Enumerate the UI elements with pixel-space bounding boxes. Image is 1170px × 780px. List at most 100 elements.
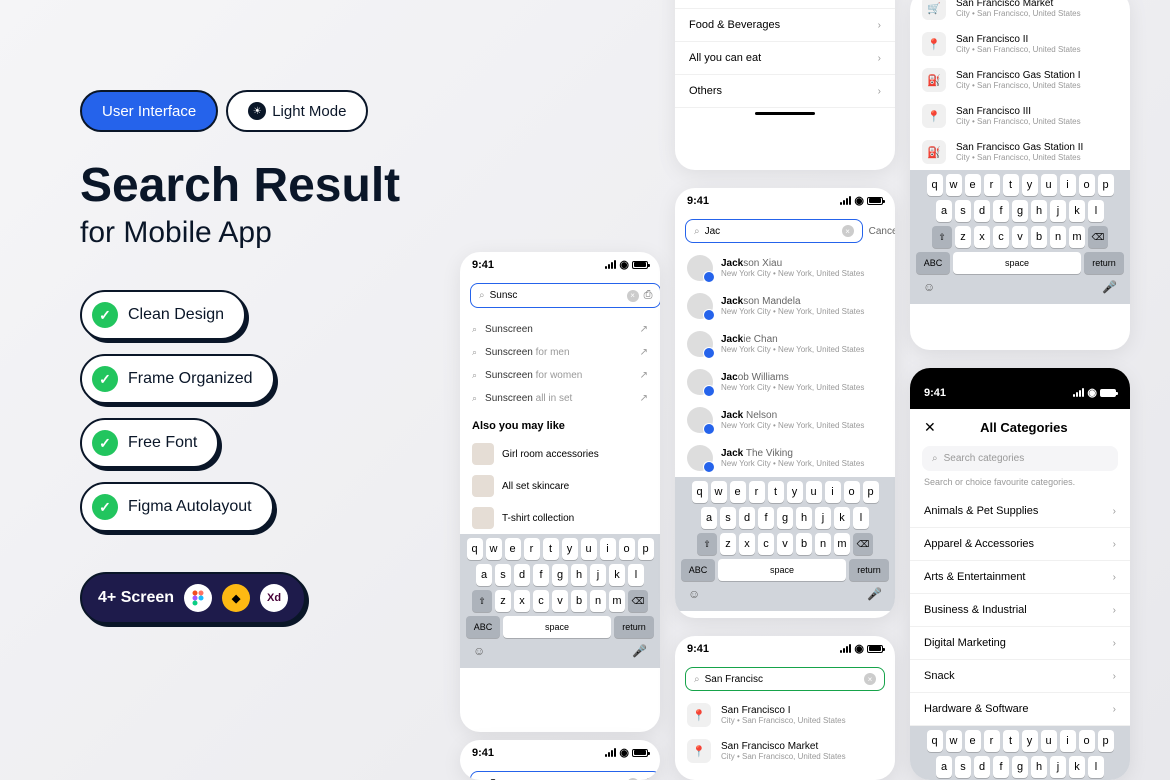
key-r[interactable]: r	[984, 730, 1000, 752]
key-u[interactable]: u	[806, 481, 822, 503]
keyboard[interactable]: qwertyuiop asdfghjkl ⇧zxcvbnm⌫ ABCspacer…	[910, 170, 1130, 304]
category-item[interactable]: Snack›	[910, 660, 1130, 693]
space-key[interactable]: space	[953, 252, 1081, 274]
category-item[interactable]: Apparel & Accessories›	[910, 528, 1130, 561]
key-t[interactable]: t	[768, 481, 784, 503]
category-item[interactable]: Minimalist Furniture›	[675, 0, 895, 9]
category-item[interactable]: Others›	[675, 75, 895, 108]
key-x[interactable]: x	[739, 533, 755, 555]
key-o[interactable]: o	[844, 481, 860, 503]
key-t[interactable]: t	[1003, 174, 1019, 196]
key-n[interactable]: n	[815, 533, 831, 555]
key-f[interactable]: f	[993, 200, 1009, 222]
backspace-key[interactable]: ⌫	[853, 533, 873, 555]
key-l[interactable]: l	[628, 564, 644, 586]
key-e[interactable]: e	[505, 538, 521, 560]
camera-icon[interactable]: ⎙	[644, 289, 653, 302]
search-input[interactable]: ⌕×	[685, 219, 863, 243]
key-k[interactable]: k	[1069, 756, 1085, 778]
close-icon[interactable]: ✕	[924, 419, 936, 436]
key-j[interactable]: j	[815, 507, 831, 529]
search-input[interactable]: ⌕×	[685, 667, 885, 691]
emoji-icon[interactable]: ☺	[473, 644, 485, 658]
key-t[interactable]: t	[1003, 730, 1019, 752]
place-item[interactable]: ⛽San Francisco Gas Station IICity • San …	[910, 134, 1130, 170]
keyboard[interactable]: qwertyuiop asdfghjkl ⇧zxcvbnm⌫ ABCspacer…	[675, 477, 895, 611]
person-item[interactable]: Jacob WilliamsNew York City • New York, …	[675, 363, 895, 401]
mic-icon[interactable]: 🎤	[1102, 280, 1117, 294]
suggestion-item[interactable]: ⌕Sunscreen↗	[472, 318, 648, 341]
person-item[interactable]: Jackie ChanNew York City • New York, Uni…	[675, 325, 895, 363]
place-item[interactable]: ⛽San Francisco Gas Station ICity • San F…	[910, 62, 1130, 98]
key-h[interactable]: h	[796, 507, 812, 529]
key-y[interactable]: y	[1022, 174, 1038, 196]
backspace-key[interactable]: ⌫	[628, 590, 648, 612]
search-input[interactable]: ⌕×⎙	[470, 771, 660, 780]
key-z[interactable]: z	[495, 590, 511, 612]
key-s[interactable]: s	[955, 756, 971, 778]
emoji-icon[interactable]: ☺	[688, 587, 700, 601]
key-p[interactable]: p	[1098, 730, 1114, 752]
key-e[interactable]: e	[730, 481, 746, 503]
key-l[interactable]: l	[1088, 200, 1104, 222]
key-y[interactable]: y	[787, 481, 803, 503]
key-q[interactable]: q	[467, 538, 483, 560]
key-m[interactable]: m	[834, 533, 850, 555]
emoji-icon[interactable]: ☺	[923, 280, 935, 294]
key-u[interactable]: u	[1041, 730, 1057, 752]
key-g[interactable]: g	[1012, 756, 1028, 778]
key-v[interactable]: v	[1012, 226, 1028, 248]
key-u[interactable]: u	[1041, 174, 1057, 196]
key-o[interactable]: o	[1079, 730, 1095, 752]
key-w[interactable]: w	[711, 481, 727, 503]
cancel-button[interactable]: Cancel	[869, 226, 895, 237]
key-b[interactable]: b	[571, 590, 587, 612]
key-y[interactable]: y	[562, 538, 578, 560]
key-d[interactable]: d	[974, 756, 990, 778]
category-item[interactable]: Animals & Pet Supplies›	[910, 495, 1130, 528]
key-i[interactable]: i	[825, 481, 841, 503]
key-q[interactable]: q	[927, 174, 943, 196]
key-p[interactable]: p	[1098, 174, 1114, 196]
key-c[interactable]: c	[758, 533, 774, 555]
key-o[interactable]: o	[1079, 174, 1095, 196]
key-i[interactable]: i	[600, 538, 616, 560]
key-l[interactable]: l	[1088, 756, 1104, 778]
key-t[interactable]: t	[543, 538, 559, 560]
place-item[interactable]: 📍San Francisco ICity • San Francisco, Un…	[675, 697, 895, 733]
key-q[interactable]: q	[692, 481, 708, 503]
key-m[interactable]: m	[609, 590, 625, 612]
key-j[interactable]: j	[1050, 756, 1066, 778]
place-item[interactable]: 📍San Francisco IICity • San Francisco, U…	[910, 26, 1130, 62]
key-v[interactable]: v	[552, 590, 568, 612]
key-h[interactable]: h	[1031, 756, 1047, 778]
key-i[interactable]: i	[1060, 174, 1076, 196]
mic-icon[interactable]: 🎤	[632, 644, 647, 658]
category-item[interactable]: Food & Beverages›	[675, 9, 895, 42]
shift-key[interactable]: ⇧	[472, 590, 492, 612]
key-w[interactable]: w	[946, 174, 962, 196]
place-item[interactable]: 🛒San Francisco MarketCity • San Francisc…	[910, 0, 1130, 26]
person-item[interactable]: Jack NelsonNew York City • New York, Uni…	[675, 401, 895, 439]
key-w[interactable]: w	[946, 730, 962, 752]
person-item[interactable]: Jack The VikingNew York City • New York,…	[675, 439, 895, 477]
key-l[interactable]: l	[853, 507, 869, 529]
key-d[interactable]: d	[739, 507, 755, 529]
key-o[interactable]: o	[619, 538, 635, 560]
abc-key[interactable]: ABC	[466, 616, 500, 638]
keyboard[interactable]: qwertyuiop asdfghjkl ⇧zxcvbnm⌫ ABCspacer…	[910, 726, 1130, 780]
key-x[interactable]: x	[514, 590, 530, 612]
key-r[interactable]: r	[984, 174, 1000, 196]
space-key[interactable]: space	[718, 559, 846, 581]
key-s[interactable]: s	[495, 564, 511, 586]
search-input[interactable]: ⌕Search categories	[922, 446, 1118, 471]
key-r[interactable]: r	[524, 538, 540, 560]
key-a[interactable]: a	[936, 756, 952, 778]
key-p[interactable]: p	[863, 481, 879, 503]
key-f[interactable]: f	[758, 507, 774, 529]
key-w[interactable]: w	[486, 538, 502, 560]
key-v[interactable]: v	[777, 533, 793, 555]
abc-key[interactable]: ABC	[681, 559, 715, 581]
recommendation-item[interactable]: Girl room accessories	[460, 438, 660, 470]
category-item[interactable]: Hardware & Software›	[910, 693, 1130, 726]
